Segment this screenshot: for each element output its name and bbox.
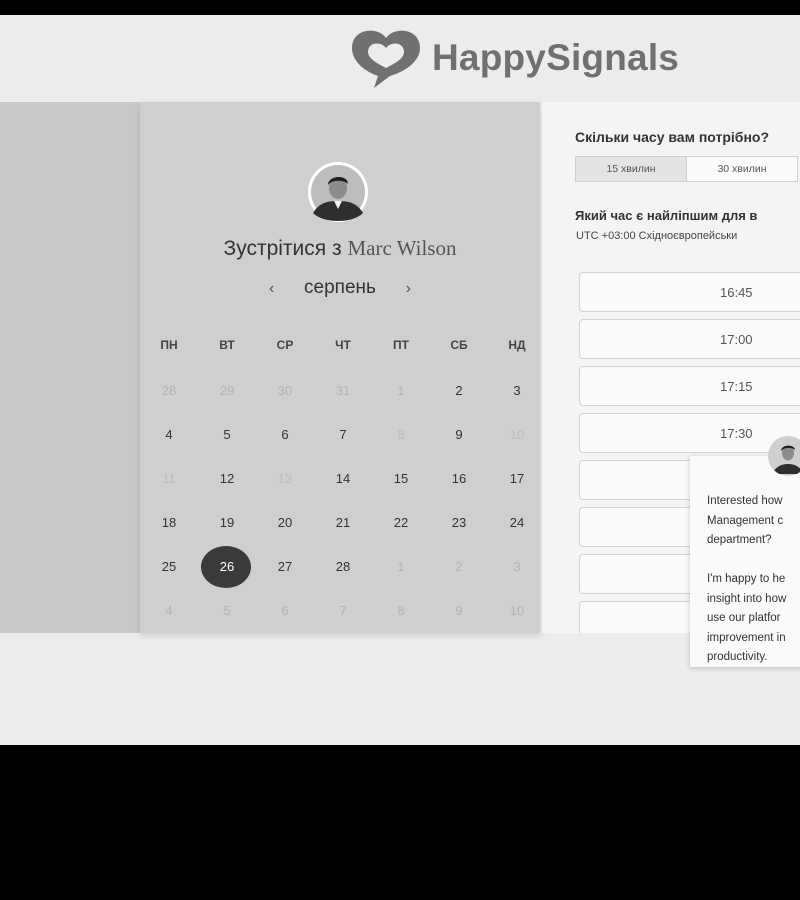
calendar-day: 11	[162, 471, 176, 486]
calendar-day: 10	[509, 603, 525, 618]
chat-line: I'm happy to he	[707, 573, 786, 585]
meeting-title: Зустрітися з Marc Wilson	[140, 236, 540, 261]
left-background	[0, 102, 140, 633]
calendar-day[interactable]: 25	[140, 545, 198, 589]
calendar-day: 10	[509, 427, 525, 442]
month-navigator: ‹ серпень ›	[140, 277, 540, 299]
calendar-day: 13	[277, 471, 293, 486]
calendar-day: 1	[397, 383, 405, 398]
calendar-day[interactable]: 20	[256, 501, 314, 545]
booking-page: HappySignals Зустрітися з Marc Wilson ‹ …	[0, 15, 800, 745]
weekday-header: ПН	[160, 338, 178, 352]
chat-line: improvement in	[707, 631, 786, 644]
calendar-day: 8	[397, 603, 405, 618]
calendar-day[interactable]: 16	[430, 457, 488, 501]
calendar-day: 8	[397, 427, 405, 442]
host-avatar	[308, 162, 368, 222]
weekday-header: ВТ	[219, 338, 235, 352]
duration-tab-30[interactable]: 30 хвилин	[686, 156, 798, 182]
chat-popup[interactable]: Interested how Management c department? …	[690, 456, 800, 667]
calendar-day[interactable]: 17	[488, 457, 546, 501]
chat-message-offer: I'm happy to he insight into how use our…	[707, 570, 800, 667]
weekday-header: СБ	[450, 338, 468, 352]
time-slot-button[interactable]: 17:00	[579, 319, 800, 359]
month-label: серпень	[304, 277, 376, 298]
calendar-day: 6	[281, 603, 289, 618]
time-question: Який час є найліпшим для в	[575, 208, 758, 223]
chat-line: use our platfor	[707, 612, 781, 624]
calendar-day: 28	[161, 383, 177, 398]
calendar-day[interactable]: 22	[372, 501, 430, 545]
chat-avatar[interactable]	[768, 436, 800, 476]
heart-chat-logo-icon	[352, 30, 420, 89]
calendar-day[interactable]: 24	[488, 501, 546, 545]
calendar-day[interactable]: 2	[430, 369, 488, 413]
calendar-day[interactable]: 27	[256, 545, 314, 589]
weekday-header: НД	[508, 338, 526, 352]
calendar-day: 3	[513, 559, 521, 574]
chat-line: Management c	[707, 514, 784, 527]
time-slot-button[interactable]: 17:30	[579, 413, 800, 453]
calendar-day[interactable]: 18	[140, 501, 198, 545]
meeting-title-prefix: Зустрітися з	[223, 237, 342, 260]
header: HappySignals	[0, 15, 800, 102]
host-name: Marc Wilson	[347, 236, 457, 260]
calendar-panel: Зустрітися з Marc Wilson ‹ серпень › ПН В…	[140, 102, 540, 633]
calendar-day[interactable]: 9	[430, 413, 488, 457]
chat-line: Interested how	[707, 495, 783, 507]
calendar-day: 31	[335, 383, 351, 398]
calendar-day: 4	[165, 603, 173, 618]
weekday-header: ЧТ	[335, 338, 351, 352]
calendar-day[interactable]: 21	[314, 501, 372, 545]
chat-line: insight into how	[707, 592, 787, 605]
brand-name[interactable]: HappySignals	[432, 37, 679, 79]
duration-tabs: 15 хвилин 30 хвилин	[575, 156, 798, 182]
calendar-day: 29	[219, 383, 235, 398]
calendar-day[interactable]: 23	[430, 501, 488, 545]
prev-month-chevron-icon[interactable]: ‹	[257, 280, 287, 298]
duration-question: Скільки часу вам потрібно?	[575, 129, 770, 145]
weekday-header: СР	[276, 338, 294, 352]
calendar-day[interactable]: 12	[198, 457, 256, 501]
chat-message-intro: Interested how Management c department?	[707, 492, 800, 551]
calendar-day[interactable]: 15	[372, 457, 430, 501]
duration-tab-15[interactable]: 15 хвилин	[575, 156, 687, 182]
calendar-day[interactable]: 14	[314, 457, 372, 501]
calendar-day[interactable]: 5	[198, 413, 256, 457]
calendar-day[interactable]: 4	[140, 413, 198, 457]
calendar-day: 9	[455, 603, 463, 618]
timezone-label[interactable]: UTC +03:00 Східноєвропейськи	[576, 230, 737, 242]
next-month-chevron-icon[interactable]: ›	[393, 280, 423, 298]
calendar-day: 5	[223, 603, 231, 618]
calendar-day: 30	[277, 383, 293, 398]
chat-line: department?	[707, 534, 772, 546]
calendar-day-label: 26	[219, 559, 235, 574]
chat-line: productivity.	[707, 651, 768, 663]
calendar-day: 1	[397, 559, 405, 574]
calendar-day[interactable]: 7	[314, 413, 372, 457]
calendar-day[interactable]: 28	[314, 545, 372, 589]
time-slot-button[interactable]: 16:45	[579, 272, 800, 312]
calendar-day: 7	[339, 603, 347, 618]
calendar-day[interactable]: 3	[488, 369, 546, 413]
time-slot-button[interactable]: 17:15	[579, 366, 800, 406]
weekday-header: ПТ	[393, 338, 409, 352]
calendar-day[interactable]: 19	[198, 501, 256, 545]
calendar-day[interactable]: 6	[256, 413, 314, 457]
calendar-day-selected[interactable]: 26	[198, 545, 256, 589]
calendar-day: 2	[455, 559, 463, 574]
